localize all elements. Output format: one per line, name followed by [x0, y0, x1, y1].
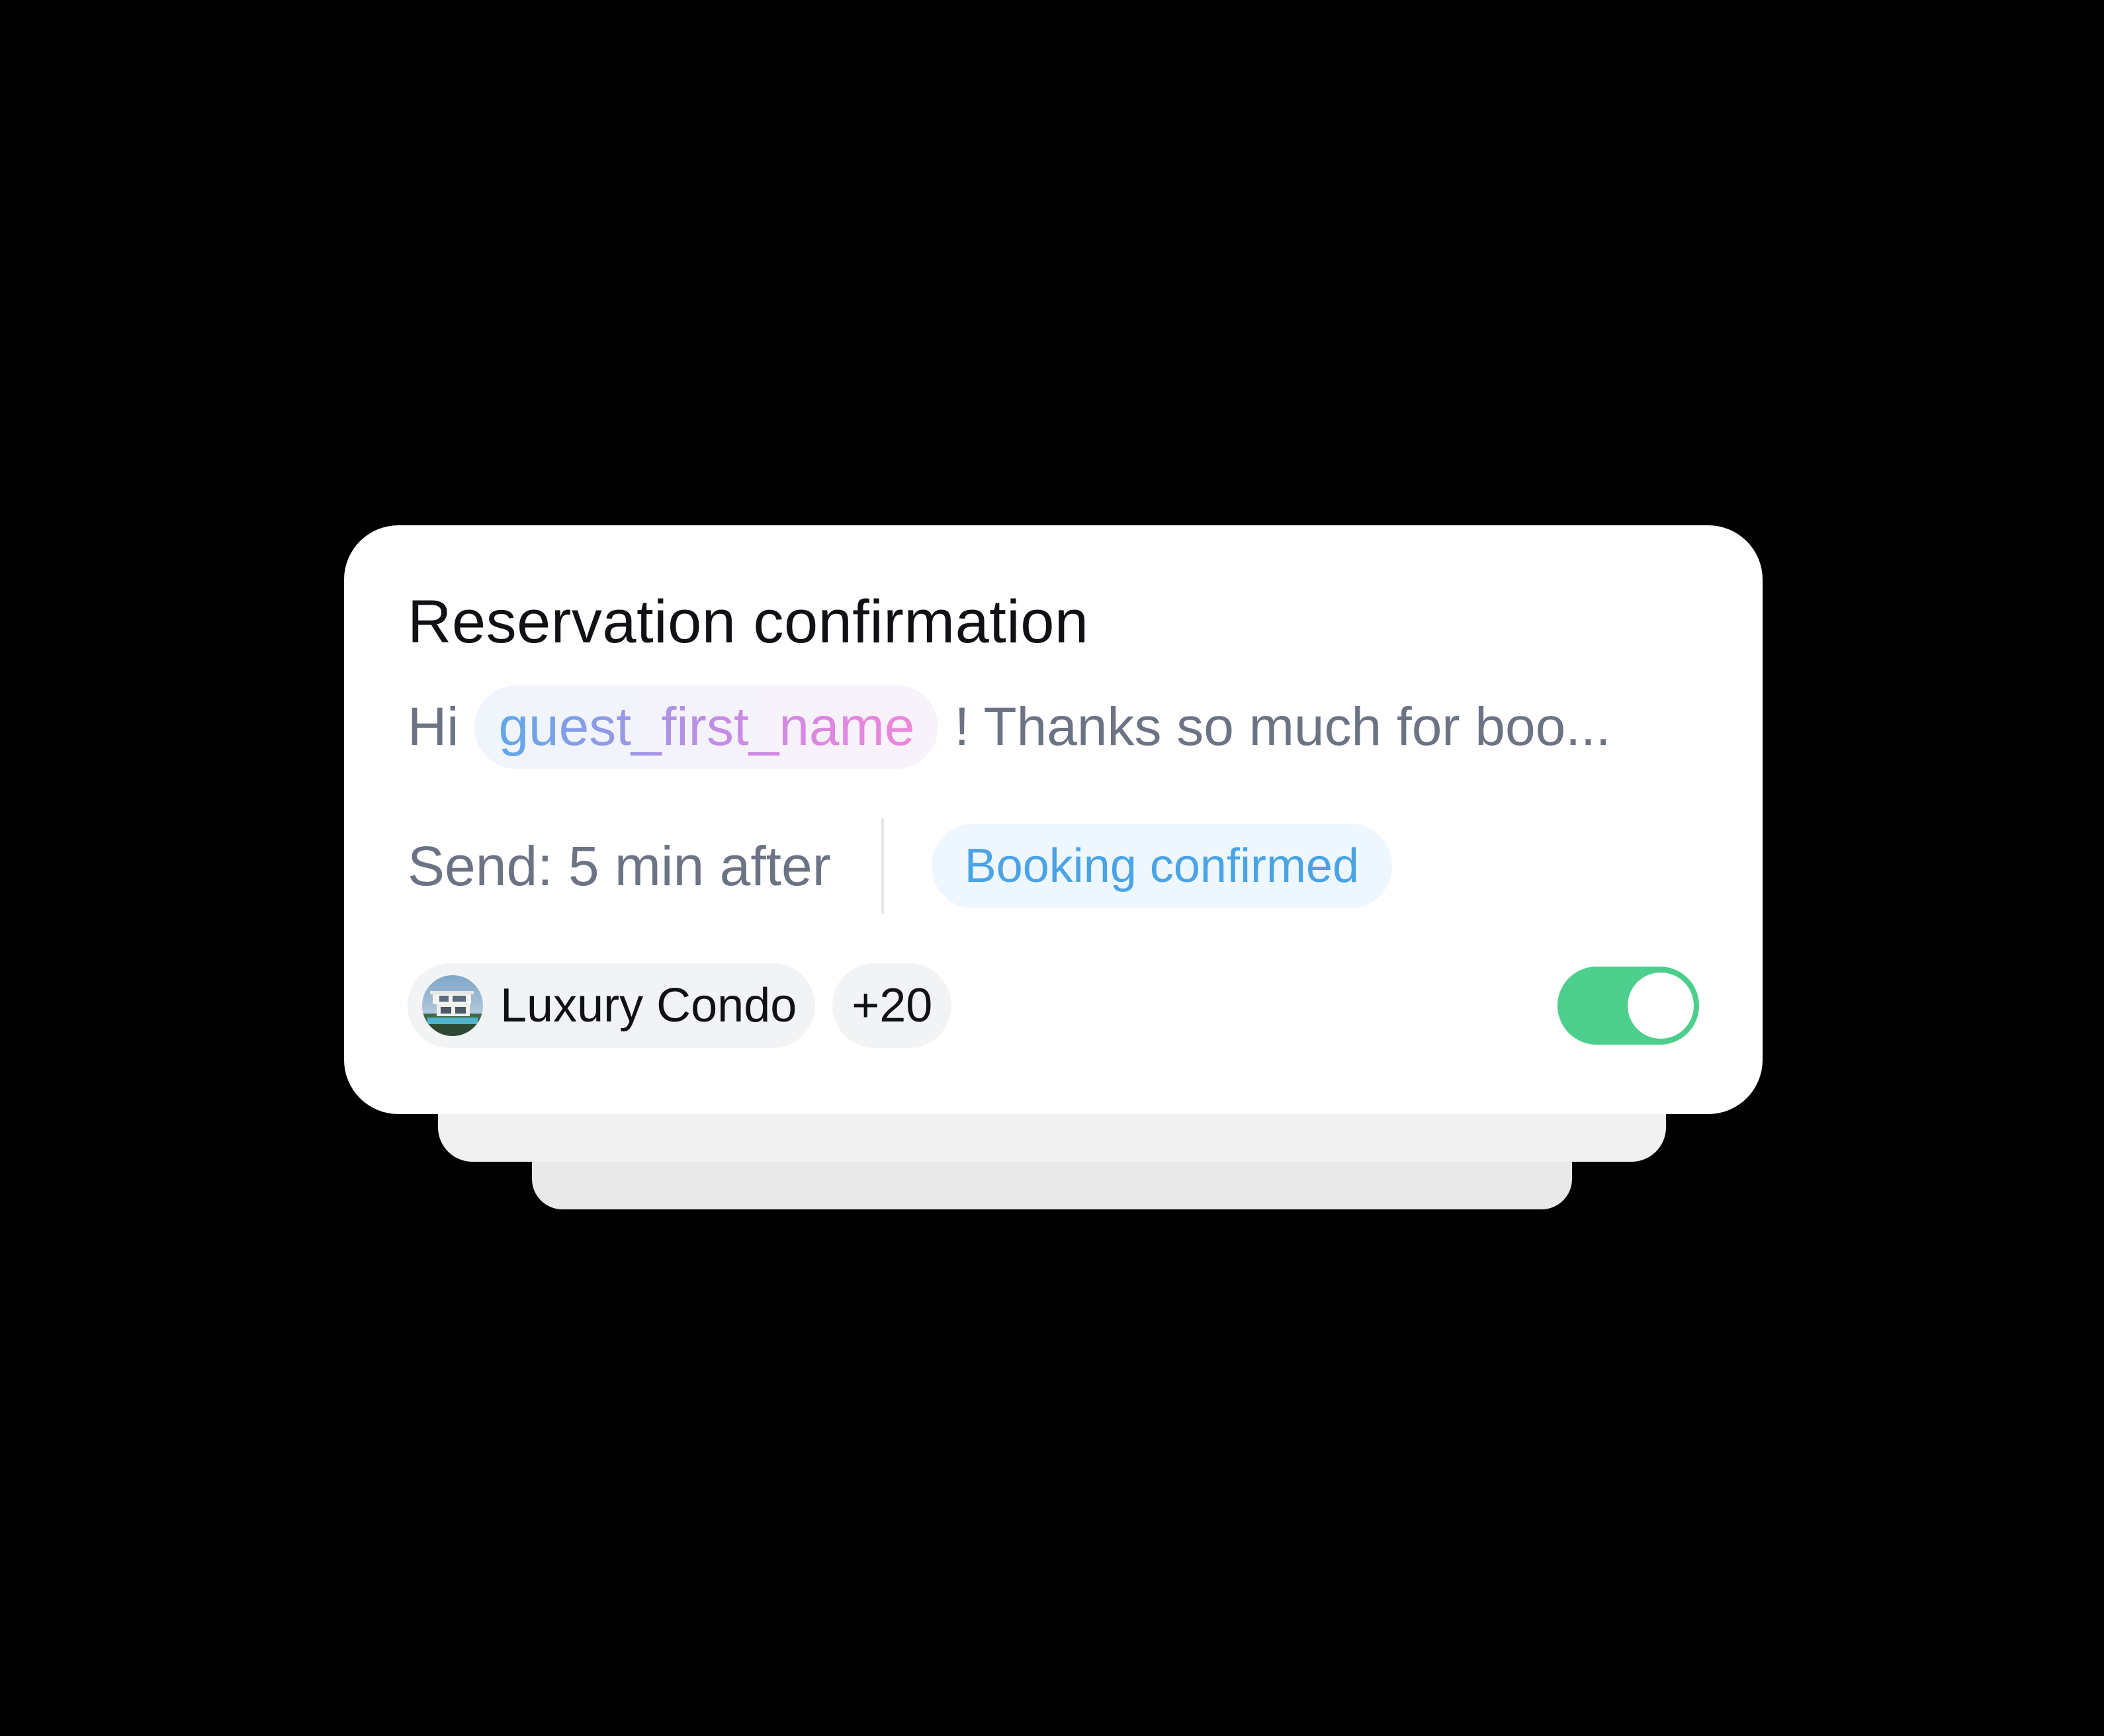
preview-text: ! Thanks so much for boo...	[954, 697, 1611, 757]
enabled-toggle[interactable]	[1557, 967, 1699, 1045]
send-schedule-row: Send: 5 min after Booking confirmed	[408, 816, 1393, 916]
template-title: Reservation confirmation	[408, 588, 1089, 656]
property-avatar	[422, 975, 483, 1036]
variable-name: guest_first_name	[498, 697, 915, 757]
more-properties-chip[interactable]: +20	[832, 963, 952, 1048]
property-chip[interactable]: Luxury Condo	[408, 963, 816, 1048]
message-template-card[interactable]: Reservation confirmation Hi guest_first_…	[344, 525, 1763, 1114]
property-name: Luxury Condo	[500, 979, 797, 1032]
send-timing: Send: 5 min after	[408, 834, 831, 897]
message-preview: Hi guest_first_name ! Thanks so much for…	[408, 684, 1611, 770]
divider	[881, 818, 884, 914]
variable-pill: guest_first_name	[474, 685, 939, 769]
preview-greeting: Hi	[408, 697, 459, 757]
toggle-knob	[1628, 973, 1694, 1039]
card-footer: Luxury Condo +20	[408, 962, 1699, 1049]
house-photo-icon	[422, 975, 483, 1036]
trigger-event-badge: Booking confirmed	[931, 824, 1393, 908]
